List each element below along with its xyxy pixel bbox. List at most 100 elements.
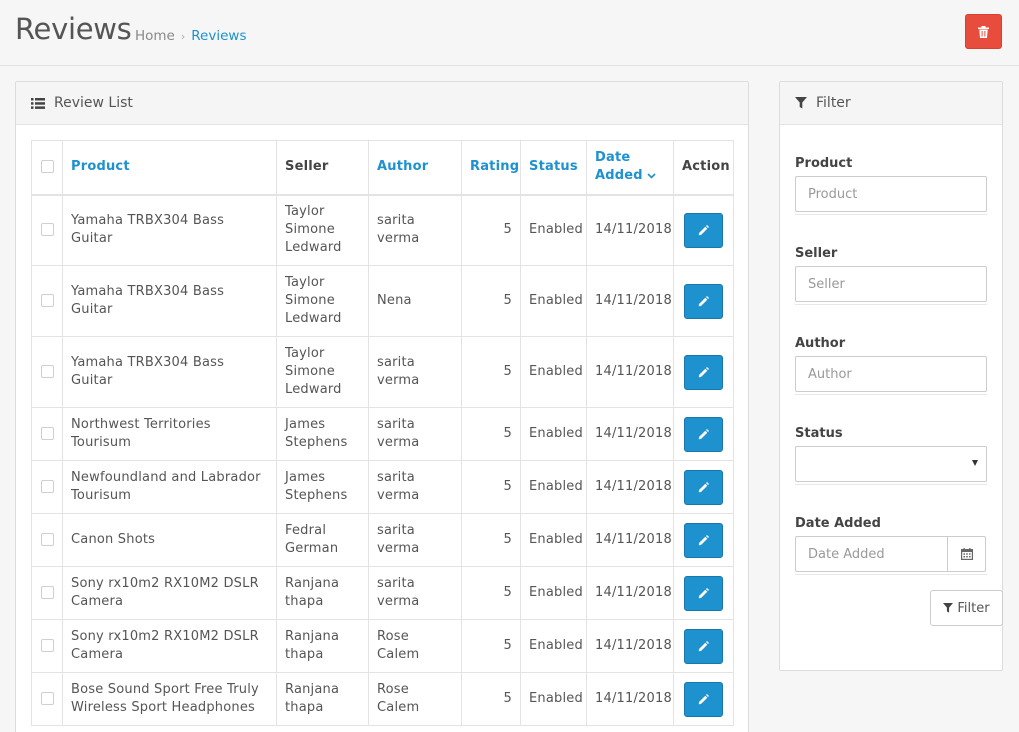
cell-seller: Ranjana thapa [276, 566, 369, 620]
breadcrumb: Home › Reviews [135, 28, 246, 44]
cell-author: sarita verma [368, 194, 462, 266]
select-all-checkbox[interactable] [40, 160, 54, 174]
filter-button[interactable]: Filter [930, 590, 1003, 626]
filter-status-group: Status [795, 395, 987, 485]
row-select-cell [31, 194, 63, 266]
pencil-icon [698, 295, 709, 306]
edit-button[interactable] [684, 522, 723, 558]
table-row: Northwest Territories Tourisum James Step… [31, 407, 734, 461]
review-list-panel: Review List Product Seller Author Rating… [15, 81, 749, 732]
cell-seller: Taylor Simone Ledward [276, 336, 369, 408]
cell-product: Sony rx10m2 RX10M2 DSLR Camera [62, 566, 277, 620]
cell-status: Enabled [520, 194, 587, 266]
filter-date-group: Date Added [795, 485, 987, 575]
row-checkbox[interactable] [40, 294, 54, 307]
table-row: Sony rx10m2 RX10M2 DSLR Camera Ranjana th… [31, 566, 734, 620]
chevron-down-icon [647, 173, 656, 179]
filter-heading: Filter [780, 82, 1002, 125]
breadcrumb-reviews-link[interactable]: Reviews [191, 28, 246, 44]
cell-status: Enabled [520, 336, 587, 408]
cell-status: Enabled [520, 566, 587, 620]
row-checkbox[interactable] [40, 586, 54, 599]
row-checkbox[interactable] [40, 480, 54, 493]
cell-product: Canon Shots [62, 513, 277, 567]
column-product[interactable]: Product [62, 140, 277, 196]
cell-author: sarita verma [368, 336, 462, 408]
cell-seller: Ranjana thapa [276, 672, 369, 726]
breadcrumb-home-link[interactable]: Home [135, 28, 175, 44]
edit-button[interactable] [684, 354, 723, 390]
row-checkbox[interactable] [40, 427, 54, 440]
row-checkbox[interactable] [40, 639, 54, 652]
dropdown-arrow-icon [972, 460, 978, 466]
filter-author-input[interactable] [795, 356, 987, 392]
row-checkbox[interactable] [40, 365, 54, 378]
edit-button[interactable] [684, 212, 723, 248]
cell-product: Newfoundland and Labrador Tourisum [62, 460, 277, 514]
cell-author: Rose Calem [368, 672, 462, 726]
cell-seller: James Stephens [276, 460, 369, 514]
cell-action [673, 672, 734, 726]
column-rating[interactable]: Rating [461, 140, 521, 196]
row-checkbox[interactable] [40, 533, 54, 546]
cell-action [673, 460, 734, 514]
edit-button[interactable] [684, 628, 723, 664]
row-checkbox[interactable] [40, 692, 54, 705]
row-select-cell [31, 513, 63, 567]
filter-date-input[interactable] [795, 536, 947, 572]
list-icon [31, 97, 45, 109]
delete-button[interactable] [965, 14, 1002, 49]
row-select-cell [31, 672, 63, 726]
cell-action [673, 407, 734, 461]
cell-action [673, 566, 734, 620]
edit-button[interactable] [684, 283, 723, 319]
edit-button[interactable] [684, 681, 723, 717]
filter-product-group: Product [795, 125, 987, 215]
filter-seller-label: Seller [795, 246, 838, 261]
filter-button-label: Filter [957, 600, 990, 616]
cell-author: sarita verma [368, 460, 462, 514]
pencil-icon [698, 534, 709, 545]
edit-button[interactable] [684, 416, 723, 452]
row-select-cell [31, 460, 63, 514]
cell-rating: 5 [461, 513, 521, 567]
edit-button[interactable] [684, 469, 723, 505]
cell-action [673, 336, 734, 408]
cell-action [673, 513, 734, 567]
cell-seller: Taylor Simone Ledward [276, 265, 369, 337]
cell-rating: 5 [461, 566, 521, 620]
cell-date-added: 14/11/2018 [586, 513, 674, 567]
page-title: Reviews [15, 12, 132, 46]
filter-seller-input[interactable] [795, 266, 987, 302]
column-status[interactable]: Status [520, 140, 587, 196]
calendar-button[interactable] [947, 536, 986, 572]
filter-product-input[interactable] [795, 176, 987, 212]
cell-seller: Fedral German [276, 513, 369, 567]
pencil-icon [698, 224, 709, 235]
edit-button[interactable] [684, 575, 723, 611]
pencil-icon [698, 481, 709, 492]
cell-date-added: 14/11/2018 [586, 672, 674, 726]
pencil-icon [698, 693, 709, 704]
cell-seller: James Stephens [276, 407, 369, 461]
cell-seller: Taylor Simone Ledward [276, 194, 369, 266]
review-list-title: Review List [54, 95, 133, 111]
row-checkbox[interactable] [40, 223, 54, 237]
table-row: Newfoundland and Labrador Tourisum James … [31, 460, 734, 514]
table-row: Canon Shots Fedral German sarita verma 5 Ena… [31, 513, 734, 567]
filter-author-group: Author [795, 305, 987, 395]
table-row: Yamaha TRBX304 Bass Guitar Taylor Simone … [31, 265, 734, 337]
column-action: Action [673, 140, 734, 196]
filter-status-select[interactable] [795, 446, 987, 482]
calendar-icon [960, 548, 973, 560]
cell-product: Sony rx10m2 RX10M2 DSLR Camera [62, 619, 277, 673]
cell-action [673, 265, 734, 337]
cell-date-added: 14/11/2018 [586, 336, 674, 408]
cell-author: sarita verma [368, 566, 462, 620]
filter-date-label: Date Added [795, 516, 881, 531]
column-date-added[interactable]: Date Added [586, 140, 674, 196]
column-author[interactable]: Author [368, 140, 462, 196]
filter-icon [795, 97, 807, 109]
filter-icon [943, 603, 954, 613]
cell-action [673, 619, 734, 673]
